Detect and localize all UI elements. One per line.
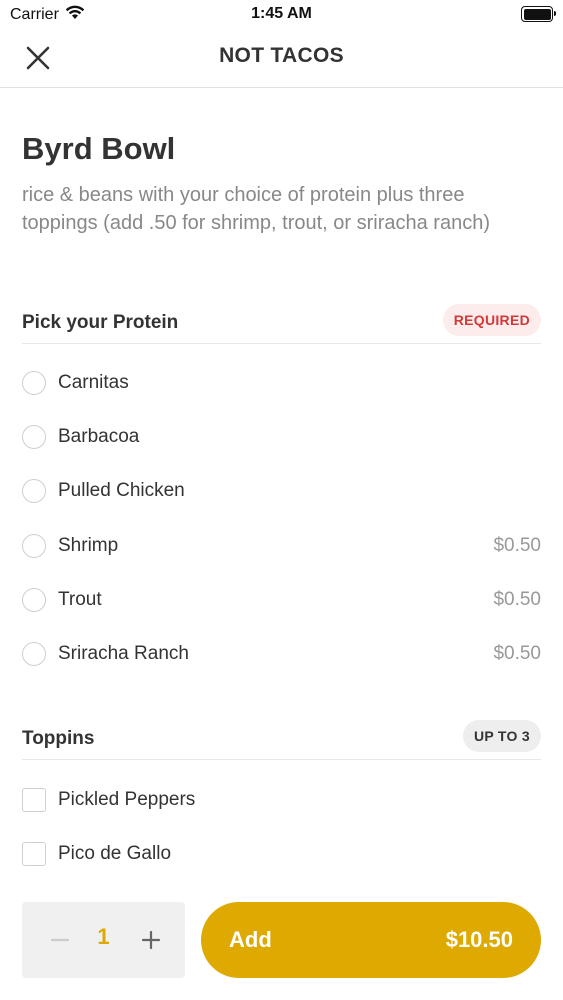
nav-bar: NOT TACOS [0, 30, 563, 88]
section-title: Toppins [22, 728, 95, 749]
option-price: $0.50 [493, 535, 541, 556]
radio-button[interactable] [22, 371, 46, 395]
protein-option-shrimp[interactable]: Shrimp $0.50 [22, 526, 541, 566]
item-title: Byrd Bowl [22, 131, 176, 166]
option-label: Carnitas [58, 372, 129, 393]
protein-option-pulled-chicken[interactable]: Pulled Chicken [22, 471, 541, 511]
topping-option-pico-de-gallo[interactable]: Pico de Gallo [22, 834, 541, 874]
option-label: Trout [58, 589, 102, 610]
option-label: Sriracha Ranch [58, 643, 189, 664]
radio-button[interactable] [22, 588, 46, 612]
option-label: Barbacoa [58, 426, 140, 447]
radio-button[interactable] [22, 642, 46, 666]
status-time: 1:45 AM [251, 5, 312, 22]
option-price: $0.50 [493, 589, 541, 610]
protein-option-barbacoa[interactable]: Barbacoa [22, 417, 541, 457]
option-price: $0.50 [493, 643, 541, 664]
radio-button[interactable] [22, 479, 46, 503]
checkbox[interactable] [22, 842, 46, 866]
plus-icon [141, 930, 161, 950]
protein-option-sriracha-ranch[interactable]: Sriracha Ranch $0.50 [22, 634, 541, 674]
option-label: Pickled Peppers [58, 789, 196, 810]
option-label: Shrimp [58, 535, 119, 556]
radio-button[interactable] [22, 425, 46, 449]
add-button-label: Add [229, 927, 272, 952]
section-title: Pick your Protein [22, 312, 179, 333]
radio-button[interactable] [22, 534, 46, 558]
quantity-value: 1 [97, 924, 110, 949]
protein-section-header: Pick your Protein REQUIRED [22, 304, 541, 344]
topping-option-pickled-peppers[interactable]: Pickled Peppers [22, 780, 541, 820]
add-to-order-button[interactable]: Add $10.50 [201, 902, 541, 978]
item-description: rice & beans with your choice of protein… [22, 184, 490, 234]
limit-badge: UP TO 3 [462, 720, 541, 752]
status-bar: Carrier 1:45 AM [0, 0, 563, 30]
option-label: Pico de Gallo [58, 843, 172, 864]
order-total: $10.50 [445, 927, 513, 952]
toppings-section-header: Toppins UP TO 3 [22, 720, 541, 760]
minus-icon [50, 938, 70, 942]
protein-option-trout[interactable]: Trout $0.50 [22, 580, 541, 620]
checkbox[interactable] [22, 788, 46, 812]
battery-icon [521, 6, 556, 22]
restaurant-title: NOT TACOS [219, 44, 344, 67]
option-label: Pulled Chicken [58, 480, 185, 501]
increase-quantity-button[interactable] [131, 920, 171, 960]
decrease-quantity-button[interactable] [40, 920, 80, 960]
quantity-stepper: 1 [22, 902, 185, 978]
protein-option-carnitas[interactable]: Carnitas [22, 363, 541, 403]
required-badge: REQUIRED [442, 304, 541, 336]
